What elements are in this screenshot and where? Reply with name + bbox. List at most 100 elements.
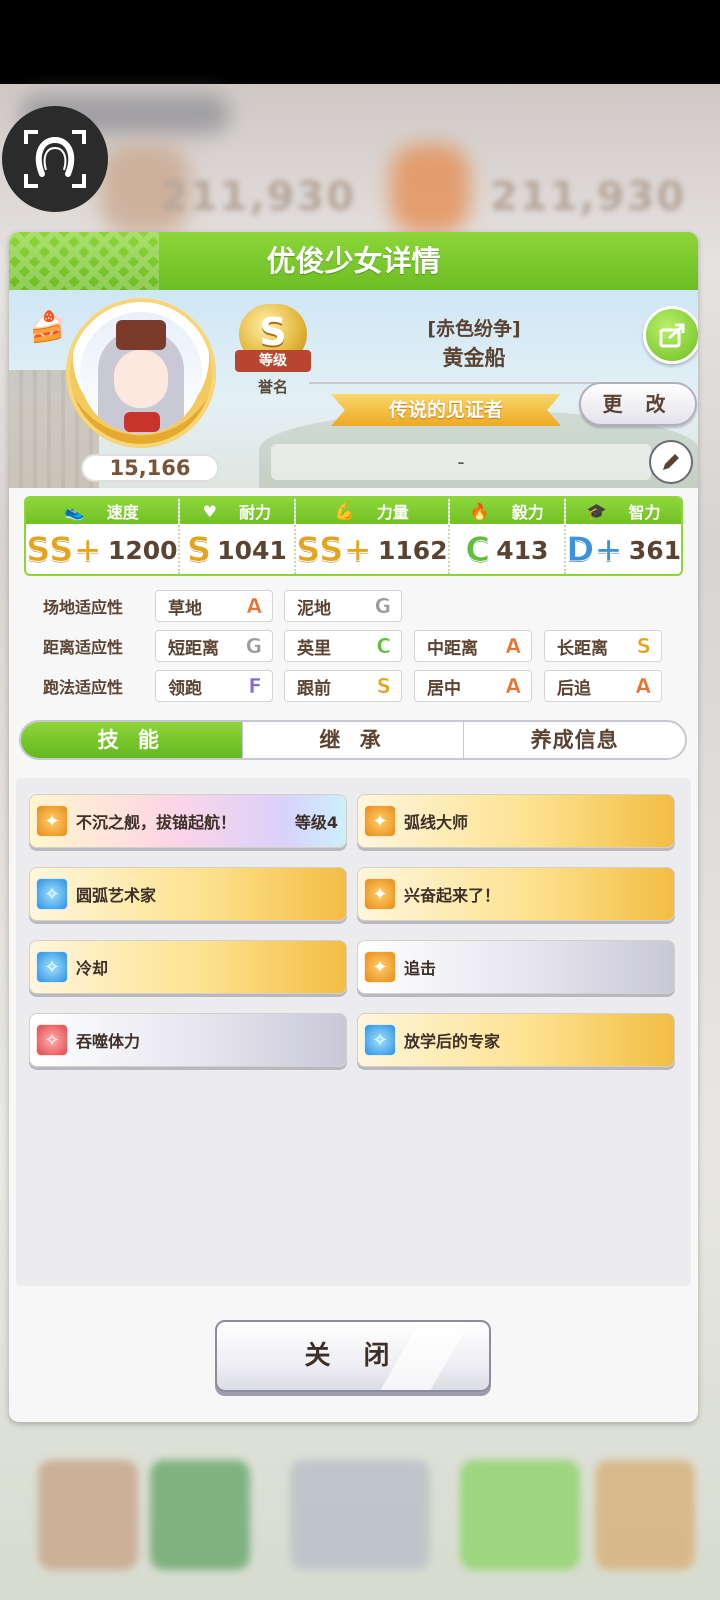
distance-aptitude-row: 距离适应性 短距离 G 英里 C 中距离 A 长距离 S <box>31 630 691 662</box>
stat-label: 智力 <box>628 503 661 522</box>
skill-name: 不沉之舰，拔锚起航！ <box>76 813 237 832</box>
dialog-title: 优俊少女详情 <box>266 244 441 278</box>
skill-card[interactable]: ✦ 追击 <box>357 940 675 994</box>
strategy-aptitude-row: 跑法适应性 领跑 F 跟前 S 居中 A 后追 A <box>31 670 691 702</box>
cake-icon: 🍰 <box>29 310 67 345</box>
stat-label: 耐力 <box>238 503 271 522</box>
rank-label: 誉名 <box>257 378 288 396</box>
surface-aptitude-row: 场地适应性 草地 A 泥地 G <box>31 590 691 622</box>
skill-name: 放学后的专家 <box>404 1032 501 1051</box>
share-button[interactable] <box>643 306 698 364</box>
skill-card[interactable]: ✧ 圆弧艺术家 <box>29 867 347 921</box>
skill-card[interactable]: ✦ 兴奋起来了！ <box>357 867 675 921</box>
nav-item[interactable] <box>38 1460 138 1570</box>
profile-panel: 🍰 15,166 S 等级 誉名 [赤色纷争] 黄金船 传说的见证者 更 改 - <box>9 290 698 488</box>
character-name: 黄金船 <box>442 346 506 370</box>
skill-card[interactable]: ✧ 放学后的专家 <box>357 1013 675 1067</box>
nav-item[interactable] <box>290 1460 430 1570</box>
bottom-nav-blurred <box>0 1440 720 1600</box>
character-avatar[interactable] <box>66 298 216 448</box>
stat-grade: C <box>465 530 491 570</box>
skill-name: 弧线大师 <box>404 813 469 832</box>
horseshoe-icon <box>24 130 86 188</box>
nav-item[interactable] <box>150 1460 250 1570</box>
skill-speed-icon: ✦ <box>364 878 396 910</box>
stat-value: 413 <box>496 535 549 565</box>
aptitude-front: 领跑 F <box>155 670 273 702</box>
stat-wit: 🎓 智力 D+ 361 <box>566 498 681 574</box>
stat-label: 速度 <box>106 503 139 522</box>
status-bar <box>0 0 720 84</box>
aptitude-mile: 英里 C <box>284 630 402 662</box>
aptitude-label: 场地适应性 <box>43 598 124 617</box>
background-value-right: 211,930 <box>490 174 687 220</box>
stat-value: 1162 <box>377 535 448 565</box>
rank-ribbon: 等级 <box>235 350 311 372</box>
comment-field: - <box>271 444 651 480</box>
skill-recovery-icon: ✧ <box>36 878 68 910</box>
shoe-icon: 👟 <box>64 501 85 521</box>
muscle-icon: 💪 <box>334 501 355 521</box>
close-button[interactable]: 关 闭 <box>215 1320 491 1392</box>
skill-recovery-icon: ✧ <box>36 951 68 983</box>
stat-guts: 🔥 毅力 C 413 <box>449 498 567 574</box>
skill-card[interactable]: ✧ 冷却 <box>29 940 347 994</box>
flame-icon: 🔥 <box>469 501 490 521</box>
stat-value: 361 <box>628 535 681 565</box>
rank-medal: S 等级 <box>235 304 311 374</box>
stat-grade: D+ <box>566 530 624 570</box>
skill-name: 圆弧艺术家 <box>76 886 157 905</box>
skill-card[interactable]: ✦ 不沉之舰，拔锚起航！ 等级4 <box>29 794 347 848</box>
aptitude-sprint: 短距离 G <box>155 630 273 662</box>
dialog-header: 优俊少女详情 <box>9 232 698 290</box>
character-epithet: [赤色纷争] <box>427 318 521 340</box>
stat-value: 1200 <box>107 535 178 565</box>
aptitude-long: 长距离 S <box>544 630 662 662</box>
stat-grade: SS+ <box>296 530 373 570</box>
stats-table: 👟 速度 SS+ 1200 ♥ 耐力 S 1041 💪 力量 SS+ 1162 🔥 毅力 C4… <box>24 496 683 576</box>
skills-panel: ✦ 不沉之舰，拔锚起航！ 等级4 ✦ 弧线大师 ✧ 圆弧艺术家 ✦ 兴奋起来了！… <box>16 778 691 1286</box>
horseshoe-camera-button[interactable] <box>2 106 108 212</box>
skill-card[interactable]: ✦ 弧线大师 <box>357 794 675 848</box>
pencil-icon <box>663 454 679 470</box>
tab-skills[interactable]: 技 能 <box>21 722 243 758</box>
skill-name: 追击 <box>404 959 437 978</box>
aptitude-label: 跑法适应性 <box>43 678 124 697</box>
aptitude-label: 距离适应性 <box>43 638 124 657</box>
skill-card[interactable]: ✧ 吞噬体力 <box>29 1013 347 1067</box>
stat-stamina: ♥ 耐力 S 1041 <box>179 498 297 574</box>
aptitude-pace: 跟前 S <box>284 670 402 702</box>
nav-item[interactable] <box>460 1460 580 1570</box>
title-banner: 传说的见证者 <box>331 394 561 426</box>
skill-speed-icon: ✦ <box>364 805 396 837</box>
background-value-left: 211,930 <box>160 174 357 220</box>
tab-inheritance[interactable]: 继 承 <box>243 722 465 758</box>
detail-tabs: 技 能 继 承 养成信息 <box>19 720 687 760</box>
stat-grade: S <box>186 530 212 570</box>
skill-speed-icon: ✦ <box>36 805 68 837</box>
nav-item[interactable] <box>595 1460 695 1570</box>
aptitude-late: 居中 A <box>414 670 532 702</box>
stat-label: 毅力 <box>511 503 544 522</box>
edit-comment-button[interactable] <box>649 440 693 484</box>
stat-speed: 👟 速度 SS+ 1200 <box>26 498 180 574</box>
heart-icon: ♥ <box>202 501 217 521</box>
stat-grade: SS+ <box>26 530 102 570</box>
skill-recovery-icon: ✧ <box>364 1024 396 1056</box>
mortarboard-icon: 🎓 <box>586 501 607 521</box>
close-label: 关 闭 <box>304 1341 402 1371</box>
stat-value: 1041 <box>217 535 287 565</box>
stat-label: 力量 <box>376 503 409 522</box>
aptitude-medium: 中距离 A <box>414 630 532 662</box>
fan-count: 15,166 <box>81 454 219 482</box>
skill-name: 冷却 <box>76 959 109 978</box>
change-title-button[interactable]: 更 改 <box>579 382 697 426</box>
aptitude-dirt: 泥地 G <box>284 590 402 622</box>
tab-training-info[interactable]: 养成信息 <box>464 722 685 758</box>
umamusume-detail-dialog: 优俊少女详情 🍰 15,166 S 等级 誉名 [赤色纷争] 黄金船 传说的见证… <box>9 232 698 1422</box>
aptitude-turf: 草地 A <box>155 590 273 622</box>
skill-debuff-icon: ✧ <box>36 1024 68 1056</box>
stat-power: 💪 力量 SS+ 1162 <box>296 498 450 574</box>
share-icon <box>659 323 685 348</box>
skill-level: 等级4 <box>294 813 338 832</box>
